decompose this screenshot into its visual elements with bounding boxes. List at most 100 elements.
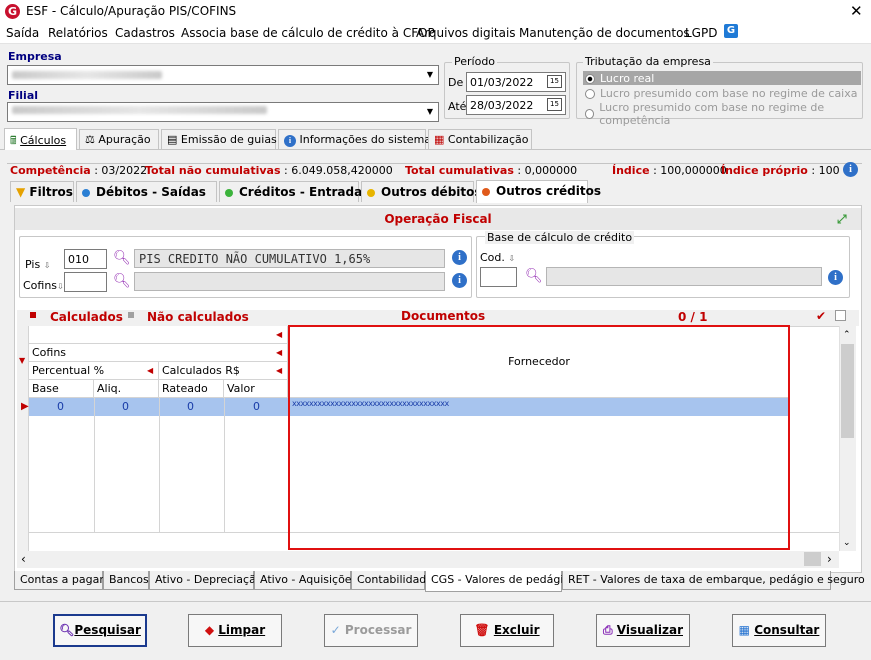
subtab-label: Débitos - Saídas [96, 185, 206, 199]
collapse-icon[interactable]: ◀ [276, 366, 282, 375]
col-base[interactable]: Base [29, 380, 94, 398]
scroll-left-icon[interactable]: ‹ [21, 552, 26, 566]
col-rateado[interactable]: Rateado [159, 380, 224, 398]
search-icon[interactable]: 🔍︎ [113, 250, 131, 266]
empresa-combo[interactable]: ▼ [7, 65, 439, 85]
col-valor[interactable]: Valor [224, 380, 288, 398]
scroll-right-icon[interactable]: › [827, 552, 832, 566]
col-line [94, 398, 95, 533]
info-icon[interactable]: i [843, 162, 858, 177]
scroll-down-icon[interactable]: ⌄ [843, 538, 851, 548]
tab-ret-taxas[interactable]: RET - Valores de taxa de embarque, pedág… [562, 571, 865, 590]
subtab-debitos[interactable]: Débitos - Saídas [76, 181, 217, 202]
row-valor: 0 [253, 400, 260, 413]
bottom-tabs: Contas a pagar Bancos Ativo - Depreciaçã… [14, 571, 865, 593]
menu-cadastros[interactable]: Cadastros [115, 26, 175, 40]
calendar-icon[interactable]: 15 [547, 75, 562, 88]
limpar-button[interactable]: ◆ Limpar [188, 614, 282, 647]
scroll-up-icon[interactable]: ⌃ [843, 330, 851, 340]
tab-ativo-depreciacao[interactable]: Ativo - Depreciação [149, 571, 263, 590]
periodo-legend: Período [452, 55, 498, 68]
menu-manutencao[interactable]: Manutenção de documentos [519, 26, 690, 40]
tab-emissao-guias[interactable]: ▤ Emissão de guias [161, 129, 277, 149]
visualizar-button[interactable]: ⎙ Visualizar [596, 614, 690, 647]
select-all-checkbox[interactable] [835, 310, 846, 321]
excluir-button[interactable]: 🗑︎ Excluir [460, 614, 554, 647]
lgpd-app-icon[interactable]: G [724, 24, 738, 38]
date-from-value: 01/03/2022 [470, 76, 534, 89]
pis-code-value: 010 [68, 253, 89, 266]
nao-calculados-label[interactable]: Não calculados [147, 310, 249, 324]
menu-arquivos-digitais[interactable]: Arquivos digitais [416, 26, 516, 40]
expand-icon[interactable]: ⤢ [837, 212, 847, 227]
menu-saida[interactable]: Saída [6, 26, 39, 40]
date-to-value: 28/03/2022 [470, 99, 534, 112]
row-aliq: 0 [122, 400, 129, 413]
collapse-icon[interactable]: ◀ [276, 348, 282, 357]
subtab-label: Créditos - Entradas [239, 185, 370, 199]
indice-label: Índice [612, 164, 650, 177]
search-icon[interactable]: 🔍︎ [113, 273, 131, 289]
tab-contabilizacao[interactable]: ▦ Contabilização [428, 129, 532, 149]
radio-label: Lucro presumido com base no regime de ca… [600, 87, 858, 100]
menu-associa-base[interactable]: Associa base de cálculo de crédito à CFO… [181, 26, 435, 40]
calculados-label[interactable]: Calculados [50, 310, 123, 324]
tab-calculos[interactable]: 🖩 Cálculos [4, 128, 77, 150]
collapse-icon[interactable]: ◀ [276, 330, 282, 339]
horizontal-scrollbar[interactable] [17, 551, 839, 568]
info-icon[interactable]: i [828, 270, 843, 285]
radio-lucro-presumido-caixa[interactable]: Lucro presumido com base no regime de ca… [585, 87, 858, 100]
chevron-down-icon: ▼ [426, 107, 434, 116]
radio-lucro-real[interactable]: Lucro real [585, 72, 654, 85]
tnc-label: Total não cumulativas [145, 164, 281, 177]
subtab-label: Outros créditos [496, 184, 601, 198]
info-icon[interactable]: i [452, 250, 467, 265]
scroll-thumb[interactable] [841, 344, 854, 438]
excluir-label: Excluir [493, 623, 540, 637]
row-indicator-icon: ▼ [19, 356, 26, 365]
base-calculo-legend: Base de cálculo de crédito [485, 231, 635, 244]
tab-informacoes[interactable]: i Informações do sistema [278, 129, 431, 149]
subtab-outros-debitos[interactable]: Outros débitos [361, 181, 482, 202]
radio-button[interactable] [585, 109, 595, 119]
menu-lgpd[interactable]: LGPD [685, 26, 717, 40]
processar-button[interactable]: ✓ Processar [324, 614, 418, 647]
calendar-icon[interactable]: 15 [547, 98, 562, 111]
tab-label: Informações do sistema [299, 133, 432, 146]
pis-code-input[interactable]: 010 [64, 249, 107, 269]
main-tabs: 🖩 Cálculos ⚖ Apuração ▤ Emissão de guias… [4, 128, 864, 151]
tab-bancos[interactable]: Bancos [103, 571, 149, 590]
scroll-h-thumb[interactable] [804, 552, 821, 566]
filial-combo[interactable]: ▼ [7, 102, 439, 122]
consultar-button[interactable]: ▦ Consultar [732, 614, 826, 647]
subtab-label: Outros débitos [381, 185, 482, 199]
empresa-label: Empresa [8, 50, 62, 63]
check-icon[interactable]: ✔ [816, 309, 826, 323]
cofins-code-input[interactable] [64, 272, 107, 292]
subtab-outros-creditos[interactable]: Outros créditos [476, 180, 601, 203]
collapse-icon[interactable]: ◀ [147, 366, 153, 375]
window-title: ESF - Cálculo/Apuração PIS/COFINS [26, 4, 237, 18]
col-aliq[interactable]: Aliq. [94, 380, 159, 398]
total-cumulativas: Total cumulativas : 0,000000 [405, 164, 577, 177]
pesquisar-button[interactable]: 🔍︎Pesquisar [53, 614, 147, 647]
search-icon[interactable]: 🔍︎ [525, 268, 543, 284]
filial-label: Filial [8, 89, 39, 102]
radio-button[interactable] [585, 73, 595, 84]
menu-relatorios[interactable]: Relatórios [48, 26, 108, 40]
tab-contas-a-pagar[interactable]: Contas a pagar [14, 571, 104, 590]
close-icon[interactable]: ✕ [850, 2, 863, 20]
tab-apuracao[interactable]: ⚖ Apuração [79, 129, 159, 149]
tab-contabilidade[interactable]: Contabilidade [351, 571, 433, 590]
subtab-filtros[interactable]: ▼ Filtros [10, 181, 74, 202]
radio-lucro-presumido-competencia[interactable]: Lucro presumido com base no regime de co… [585, 101, 871, 127]
info-icon[interactable]: i [452, 273, 467, 288]
radio-button[interactable] [585, 88, 595, 99]
row-base: 0 [57, 400, 64, 413]
pesquisar-label: Pesquisar [74, 623, 141, 637]
tab-cgs-pedagio[interactable]: CGS - Valores de pedágio [425, 571, 570, 592]
tab-ativo-aquisicoes[interactable]: Ativo - Aquisições [254, 571, 357, 590]
processar-label: Processar [344, 623, 412, 637]
cod-input[interactable] [480, 267, 517, 287]
subtab-creditos[interactable]: Créditos - Entradas [219, 181, 369, 202]
